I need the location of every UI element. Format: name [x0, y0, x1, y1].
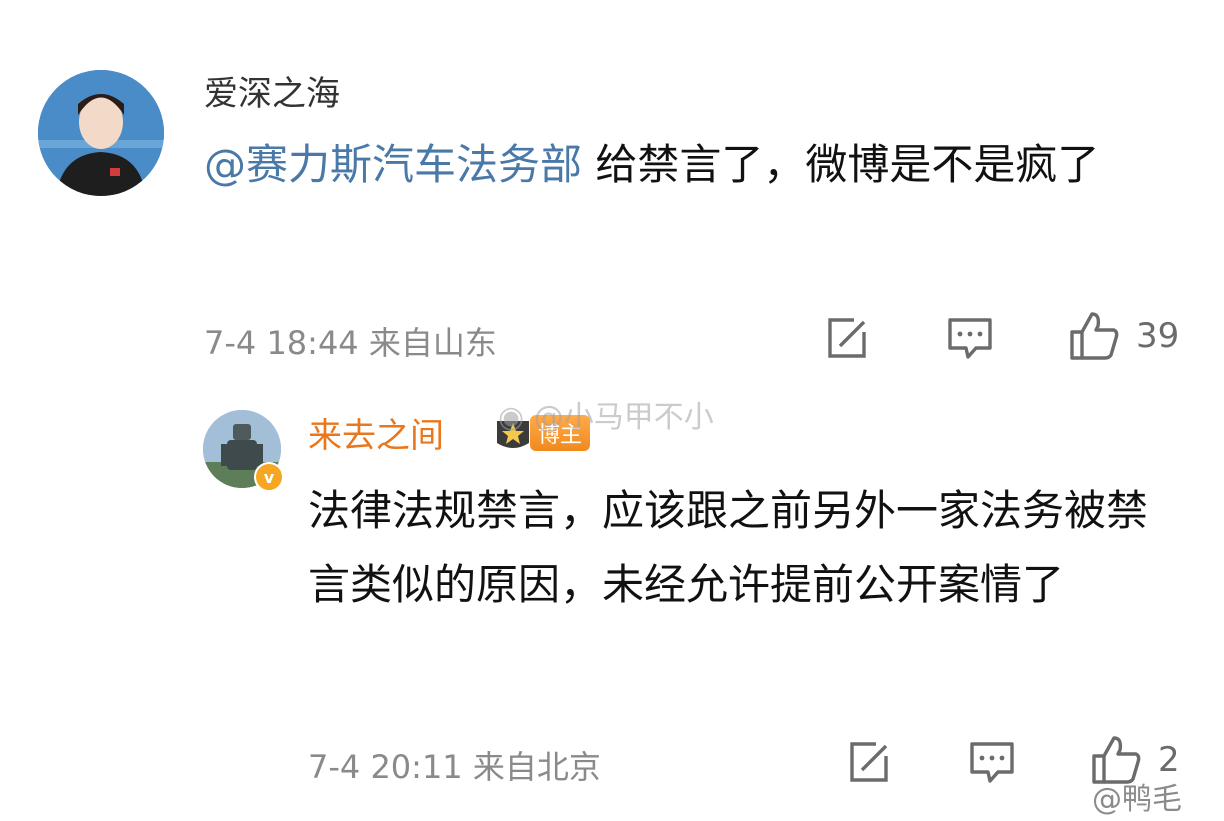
like-button[interactable]: 39 — [1068, 310, 1179, 362]
like-count: 39 — [1136, 316, 1180, 356]
verified-badge-icon: v — [254, 462, 284, 492]
watermark-text: @鸭毛 — [1092, 782, 1182, 817]
share-button[interactable] — [824, 316, 870, 362]
like-icon — [1070, 312, 1119, 360]
watermark-top: ◉ @小马甲不小 — [498, 392, 714, 436]
reply-button[interactable] — [946, 316, 994, 362]
comment-text: @赛力斯汽车法务部 给禁言了，微博是不是疯了 — [204, 128, 1164, 202]
comment-icon — [970, 742, 1014, 783]
reply-button[interactable] — [968, 740, 1016, 786]
share-button[interactable] — [846, 740, 892, 786]
avatar[interactable] — [38, 70, 164, 196]
avatar-image — [38, 70, 164, 196]
watermark-text: @小马甲不小 — [533, 400, 714, 435]
comment-username[interactable]: 来去之间 — [308, 416, 444, 456]
comment-username[interactable]: 爱深之海 — [204, 74, 340, 114]
comment-icon — [948, 318, 992, 359]
comment-meta: 7-4 18:44 来自山东 — [204, 324, 497, 362]
weibo-logo-icon: ◉ — [498, 400, 525, 435]
comment-meta: 7-4 20:11 来自北京 — [308, 748, 601, 786]
watermark-bottom: @鸭毛 — [1092, 774, 1182, 818]
comment-text: 法律法规禁言，应该跟之前另外一家法务被禁言类似的原因，未经允许提前公开案情了 — [308, 486, 1149, 609]
comment-body: 给禁言了，微博是不是疯了 — [582, 140, 1100, 189]
mention-link[interactable]: @赛力斯汽车法务部 — [204, 140, 582, 189]
edit-icon — [850, 742, 888, 782]
edit-icon — [828, 318, 866, 358]
